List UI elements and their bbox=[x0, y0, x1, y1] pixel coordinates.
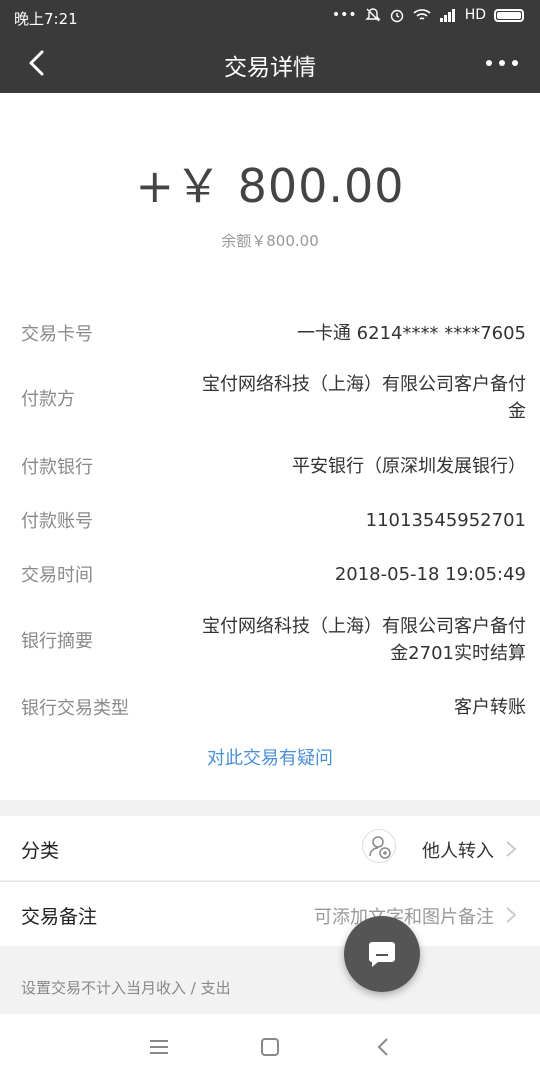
mute-bell-icon bbox=[364, 8, 381, 22]
balance-text: 余额￥800.00 bbox=[221, 232, 319, 250]
status-icons: ••• HD bbox=[332, 7, 524, 23]
alarm-icon bbox=[390, 9, 403, 23]
chat-bubble-icon bbox=[369, 942, 395, 967]
chevron-right-icon bbox=[506, 841, 517, 857]
wifi-icon bbox=[413, 9, 431, 20]
home-icon[interactable] bbox=[258, 1036, 282, 1058]
detail-value: 11013545952701 bbox=[365, 510, 526, 531]
back-icon[interactable] bbox=[372, 1036, 396, 1058]
status-time: 晚上7:21 bbox=[14, 10, 78, 28]
detail-label: 银行交易类型 bbox=[21, 698, 129, 719]
category-row[interactable]: 分类 他人转入 bbox=[0, 816, 540, 880]
detail-label: 付款方 bbox=[21, 389, 75, 410]
exclude-income-setting[interactable]: 设置交易不计入当月收入 / 支出 bbox=[21, 977, 231, 998]
detail-label: 付款银行 bbox=[21, 457, 93, 478]
dots-icon: ••• bbox=[331, 7, 357, 23]
nav-bar: 交易详情 bbox=[0, 34, 540, 93]
detail-value: 平安银行（原深圳发展银行） bbox=[292, 456, 526, 477]
detail-label: 付款账号 bbox=[21, 511, 93, 532]
detail-value-line1: 宝付网络科技（上海）有限公司客户备付 bbox=[202, 616, 526, 637]
note-row[interactable]: 交易备注 可添加文字和图片备注 bbox=[0, 882, 540, 946]
page-title: 交易详情 bbox=[224, 55, 316, 81]
detail-value: 客户转账 bbox=[454, 697, 526, 718]
category-value: 他人转入 bbox=[422, 841, 494, 862]
more-dots-icon[interactable] bbox=[484, 51, 520, 75]
detail-label: 银行摘要 bbox=[21, 631, 93, 652]
menu-icon[interactable] bbox=[147, 1036, 171, 1058]
system-nav-bar bbox=[0, 1014, 540, 1080]
chat-fab-button[interactable] bbox=[344, 916, 420, 992]
detail-label: 交易卡号 bbox=[21, 324, 93, 345]
status-bar: 晚上7:21 ••• HD bbox=[0, 0, 540, 34]
doubt-link[interactable]: 对此交易有疑问 bbox=[0, 744, 540, 770]
signal-icon bbox=[439, 9, 455, 22]
network-type: HD bbox=[464, 7, 486, 23]
detail-value-line1: 宝付网络科技（上海）有限公司客户备付 bbox=[202, 374, 526, 395]
transaction-amount: +￥ 800.00 bbox=[135, 159, 405, 213]
battery-icon bbox=[494, 8, 524, 22]
chevron-right-icon bbox=[506, 907, 517, 923]
detail-value: 2018-05-18 19:05:49 bbox=[334, 564, 526, 585]
detail-value-line2: 金2701实时结算 bbox=[390, 643, 526, 664]
detail-value: 一卡通 6214**** ****7605 bbox=[296, 323, 526, 344]
detail-label: 交易时间 bbox=[21, 565, 93, 586]
detail-value-line2: 金 bbox=[508, 401, 526, 422]
category-label: 分类 bbox=[21, 840, 60, 862]
person-transfer-icon bbox=[362, 829, 396, 863]
note-label: 交易备注 bbox=[21, 906, 98, 928]
